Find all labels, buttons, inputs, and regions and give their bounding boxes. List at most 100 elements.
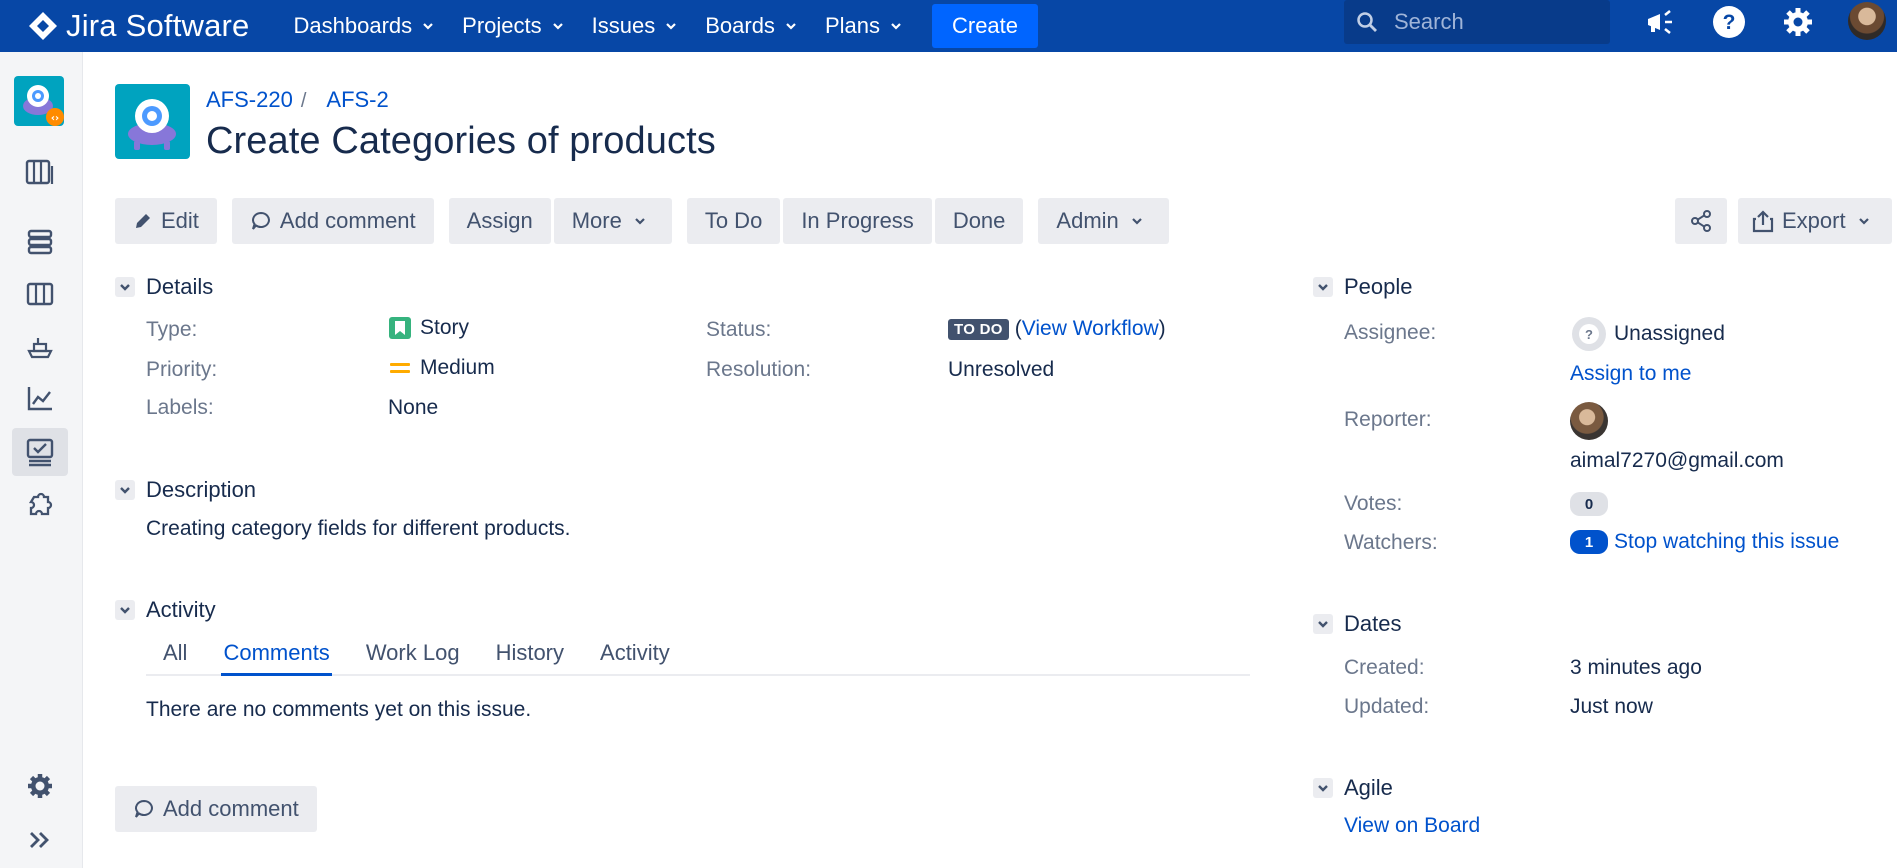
- details-section-toggle[interactable]: Details: [115, 274, 213, 300]
- reporter-avatar[interactable]: [1570, 402, 1608, 440]
- created-label: Created:: [1344, 656, 1425, 679]
- description-heading: Description: [146, 477, 257, 502]
- details-heading: Details: [146, 274, 214, 299]
- type-label: Type:: [146, 318, 198, 341]
- edit-button[interactable]: Edit: [115, 198, 217, 244]
- add-comment-footer-button[interactable]: Add comment: [115, 786, 317, 832]
- jira-icon: [29, 12, 57, 40]
- tab-history[interactable]: History: [494, 640, 566, 676]
- help-icon[interactable]: ?: [1709, 2, 1749, 42]
- nav-issues[interactable]: Issues: [592, 13, 678, 39]
- status-badge: TO DO: [948, 318, 1009, 340]
- priority-label: Priority:: [146, 358, 218, 381]
- issues-icon[interactable]: [12, 428, 68, 476]
- breadcrumb-separator: /: [300, 90, 307, 112]
- story-icon: [389, 317, 411, 339]
- tab-work-log[interactable]: Work Log: [364, 640, 462, 676]
- chevron-down-icon: [552, 23, 563, 30]
- board-icon[interactable]: [12, 218, 68, 266]
- breadcrumb-issue-link[interactable]: AFS-2: [326, 87, 388, 113]
- votes-value[interactable]: 0: [1570, 492, 1608, 516]
- project-avatar[interactable]: ‹›: [14, 76, 64, 126]
- chevron-down-icon: [1313, 277, 1333, 297]
- reporter-value[interactable]: aimal7270@gmail.com: [1570, 449, 1784, 473]
- expand-icon[interactable]: [12, 816, 68, 864]
- breadcrumb-parent-link[interactable]: AFS-220: [206, 87, 293, 113]
- chevron-down-icon: [1313, 778, 1333, 798]
- updated-label: Updated:: [1344, 695, 1430, 718]
- people-section-toggle[interactable]: People: [1313, 274, 1413, 300]
- chevron-down-icon: [1858, 218, 1869, 225]
- svg-text:?: ?: [1585, 327, 1593, 342]
- updated-value: Just now: [1570, 695, 1653, 718]
- nav-plans[interactable]: Plans: [825, 13, 902, 39]
- export-button[interactable]: Export: [1738, 198, 1892, 244]
- watchers-count-badge[interactable]: 1: [1570, 530, 1608, 554]
- priority-medium-icon: [390, 363, 410, 373]
- user-avatar[interactable]: [1848, 2, 1886, 40]
- dates-section-toggle[interactable]: Dates: [1313, 611, 1401, 637]
- add-comment-button[interactable]: Add comment: [231, 198, 434, 244]
- comment-icon: [251, 211, 270, 230]
- nav-dashboards[interactable]: Dashboards: [294, 13, 435, 39]
- brand-name: Jira Software: [66, 8, 250, 43]
- created-value: 3 minutes ago: [1570, 656, 1702, 679]
- columns-icon[interactable]: [12, 270, 68, 318]
- nav-projects[interactable]: Projects: [462, 13, 563, 39]
- chevron-down-icon: [786, 23, 796, 30]
- assign-to-me-link[interactable]: Assign to me: [1570, 362, 1691, 386]
- nav-projects-label: Projects: [462, 13, 542, 38]
- tab-comments[interactable]: Comments: [221, 640, 332, 676]
- backlog-icon[interactable]: [12, 148, 68, 196]
- status-value: TO DO ( View Workflow ): [948, 317, 1166, 341]
- assign-button[interactable]: Assign: [448, 198, 551, 244]
- description-section-toggle[interactable]: Description: [115, 477, 256, 503]
- svg-text:‹›: ‹›: [51, 113, 59, 124]
- watchers-value: 1 Stop watching this issue: [1570, 530, 1839, 554]
- status-label: Status:: [706, 318, 772, 341]
- nav-boards[interactable]: Boards: [705, 13, 797, 39]
- agile-heading: Agile: [1344, 775, 1393, 800]
- in-progress-button[interactable]: In Progress: [783, 198, 932, 244]
- done-button[interactable]: Done: [934, 198, 1024, 244]
- add-comment-button-label: Add comment: [279, 208, 416, 233]
- reports-icon[interactable]: [12, 374, 68, 422]
- page-title: Create Categories of products: [206, 120, 716, 162]
- people-heading: People: [1344, 274, 1413, 299]
- issue-toolbar: Edit Add comment Assign More To Do In Pr…: [115, 198, 1169, 244]
- view-workflow-link[interactable]: View Workflow: [1022, 317, 1159, 341]
- settings-icon[interactable]: [12, 762, 68, 810]
- tab-activity[interactable]: Activity: [598, 640, 672, 676]
- share-button[interactable]: [1675, 198, 1727, 244]
- svg-text:?: ?: [1723, 11, 1736, 34]
- search-input[interactable]: Search: [1344, 0, 1610, 44]
- jira-logo[interactable]: Jira Software: [26, 0, 250, 52]
- announcement-icon[interactable]: [1640, 2, 1680, 42]
- description-text[interactable]: Creating category fields for different p…: [146, 517, 571, 541]
- chevron-down-icon: [115, 480, 135, 500]
- top-navigation: Jira Software Dashboards Projects Issues…: [0, 0, 1897, 52]
- watchers-label: Watchers:: [1344, 531, 1438, 554]
- share-icon: [1691, 210, 1711, 232]
- releases-icon[interactable]: [12, 322, 68, 370]
- assignee-label: Assignee:: [1344, 321, 1437, 344]
- activity-section-toggle[interactable]: Activity: [115, 597, 216, 623]
- chevron-down-icon: [891, 23, 901, 30]
- agile-section-toggle[interactable]: Agile: [1313, 775, 1393, 801]
- type-value: Story: [388, 316, 469, 340]
- tab-all[interactable]: All: [161, 640, 189, 676]
- reporter-label: Reporter:: [1344, 408, 1432, 431]
- stop-watching-link[interactable]: Stop watching this issue: [1614, 530, 1839, 554]
- priority-value: Medium: [388, 356, 495, 380]
- more-button[interactable]: More: [553, 198, 672, 244]
- view-on-board-link[interactable]: View on Board: [1344, 814, 1480, 838]
- chevron-down-icon: [1131, 218, 1142, 225]
- create-button[interactable]: Create: [931, 4, 1039, 48]
- labels-label: Labels:: [146, 396, 214, 419]
- admin-button[interactable]: Admin: [1038, 198, 1169, 244]
- todo-button[interactable]: To Do: [686, 198, 781, 244]
- resolution-label: Resolution:: [706, 358, 812, 381]
- components-icon[interactable]: [12, 482, 68, 530]
- nav-dashboards-label: Dashboards: [293, 13, 413, 38]
- settings-icon[interactable]: [1778, 2, 1818, 42]
